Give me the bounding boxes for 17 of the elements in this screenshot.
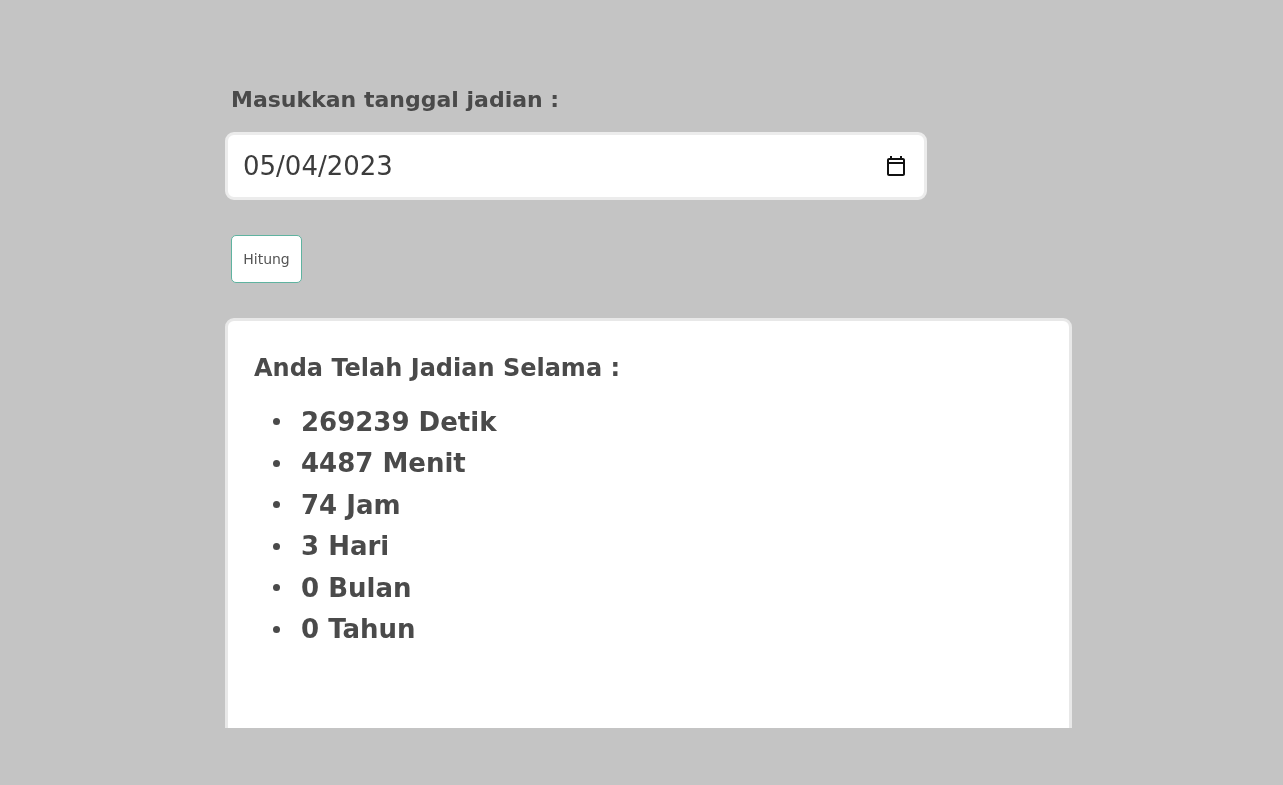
bullet-icon bbox=[273, 501, 280, 509]
bullet-icon bbox=[273, 625, 280, 633]
calculate-button[interactable]: Hitung bbox=[231, 235, 302, 283]
result-item: 0 Tahun bbox=[301, 614, 416, 645]
result-heading: Anda Telah Jadian Selama : bbox=[254, 353, 622, 384]
date-label: Masukkan tanggal jadian : bbox=[231, 86, 560, 114]
result-item: 269239 Detik bbox=[301, 406, 497, 437]
calendar-icon[interactable] bbox=[884, 154, 908, 178]
date-field[interactable]: 05/04/2023 bbox=[225, 132, 927, 200]
result-item: 74 Jam bbox=[301, 489, 401, 520]
result-item: 0 Bulan bbox=[301, 572, 412, 603]
result-item: 3 Hari bbox=[301, 531, 390, 562]
bullet-icon bbox=[273, 584, 280, 592]
result-item: 4487 Menit bbox=[301, 448, 466, 479]
bullet-icon bbox=[273, 542, 280, 550]
bullet-icon bbox=[273, 418, 280, 426]
bullet-icon bbox=[273, 459, 280, 467]
